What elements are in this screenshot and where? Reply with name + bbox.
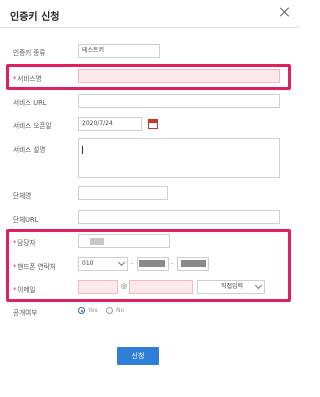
phone-label: *핸드폰 연락처 xyxy=(13,263,56,271)
email-label: *이메일 xyxy=(13,286,36,294)
radio-yes-label: Yes xyxy=(88,307,98,314)
org-url-label: 단체URL xyxy=(13,216,39,224)
service-url-label: 서비스 URL xyxy=(13,99,47,107)
phone-dash-2: - xyxy=(171,260,174,267)
public-label: 공개여부 xyxy=(13,309,38,317)
email-domain-select[interactable]: 직접입력 xyxy=(197,280,265,294)
radio-no-label: No xyxy=(116,307,125,314)
key-type-label: 인증키 종류 xyxy=(13,49,46,57)
service-open-date-label: 서비스 오픈일 xyxy=(13,122,52,130)
org-name-label: 단체명 xyxy=(13,192,32,200)
service-name-input[interactable] xyxy=(78,69,280,83)
service-name-label: *서비스명 xyxy=(13,75,42,83)
manager-label: *담당자 xyxy=(13,239,36,247)
dialog-title: 인증키 신청 xyxy=(10,12,60,23)
masked-text xyxy=(90,238,104,245)
radio-yes[interactable] xyxy=(78,307,85,314)
text-cursor xyxy=(82,146,83,154)
key-type-field[interactable]: 테스트키 xyxy=(78,44,160,58)
masked-text xyxy=(181,260,206,267)
service-url-input[interactable] xyxy=(78,94,280,108)
email-id-input[interactable] xyxy=(78,280,118,294)
dialog-header: 인증키 신청 xyxy=(0,0,300,28)
radio-no[interactable] xyxy=(106,307,113,314)
open-date-input[interactable]: 2020/7/24 xyxy=(78,117,142,131)
org-name-input[interactable] xyxy=(78,186,168,200)
org-url-input[interactable] xyxy=(78,210,280,224)
submit-button[interactable]: 신청 xyxy=(117,347,159,365)
email-domain-input[interactable] xyxy=(129,280,193,294)
phone-dash-1: - xyxy=(131,260,134,267)
calendar-icon[interactable] xyxy=(148,119,158,129)
service-description-label: 서비스 설명 xyxy=(13,146,46,154)
masked-text xyxy=(139,260,165,267)
email-at: @ xyxy=(121,283,127,290)
close-icon[interactable] xyxy=(279,6,291,18)
service-description-textarea[interactable] xyxy=(78,138,280,178)
